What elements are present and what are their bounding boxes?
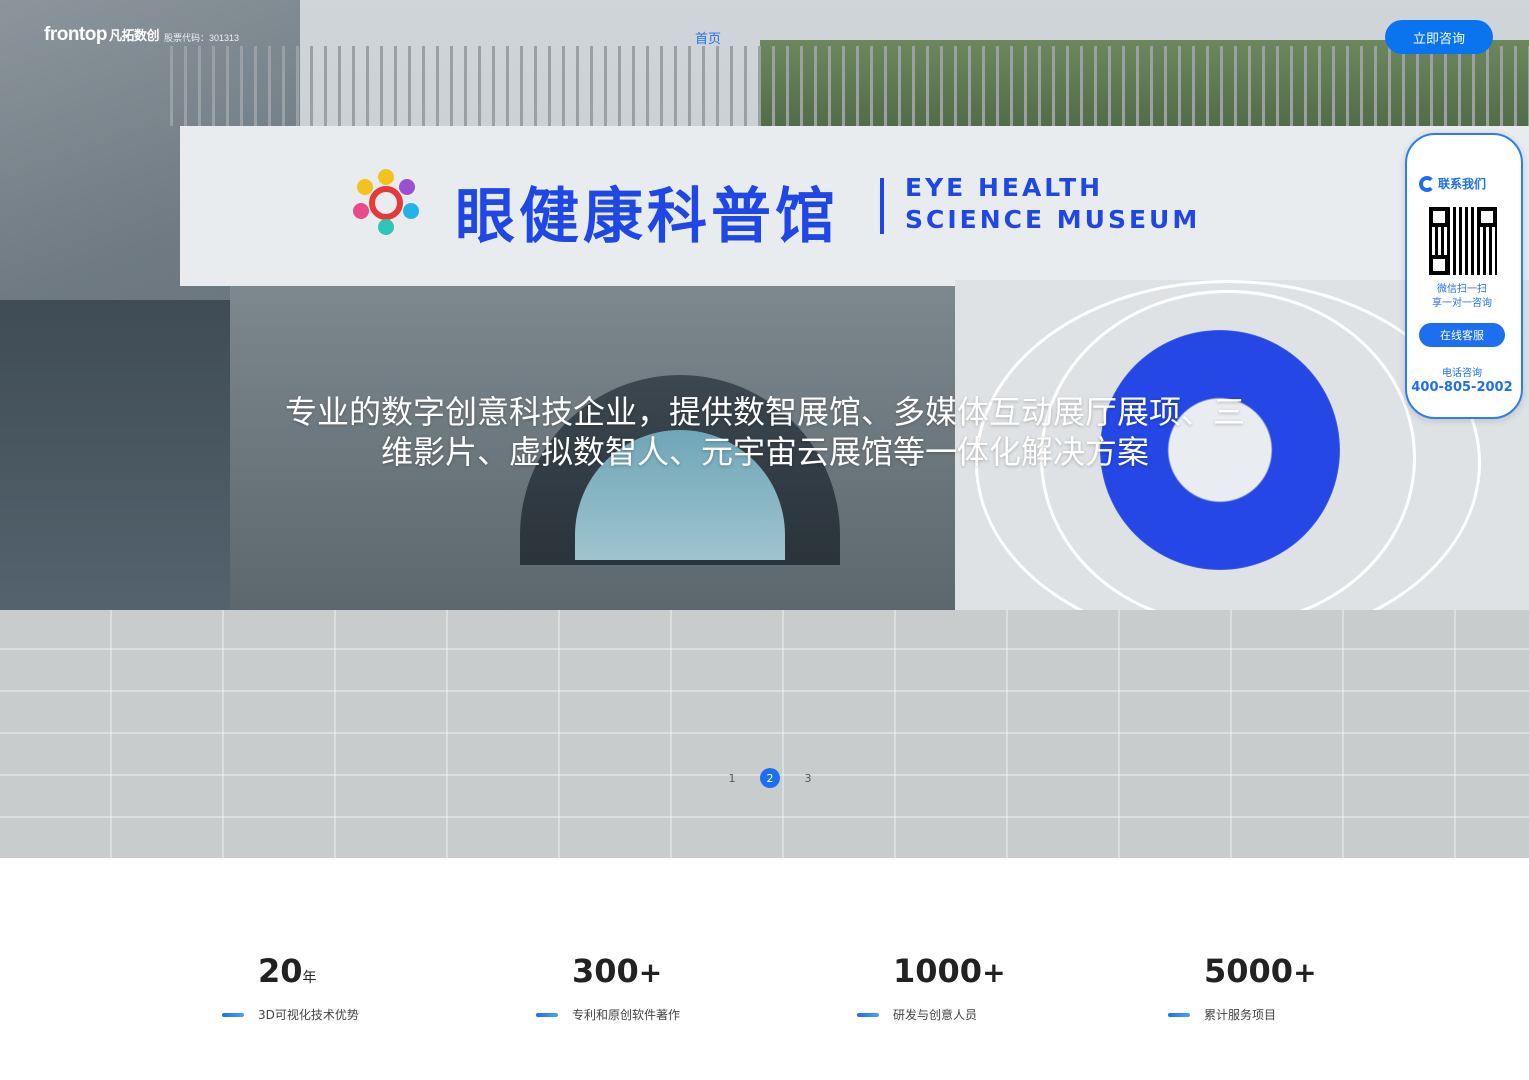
accent-bar: [222, 1012, 244, 1017]
sign-chinese: 眼健康科普馆: [455, 182, 839, 252]
stat-label: 累计服务项目: [1168, 1006, 1276, 1023]
stock-code: 股票代码：301313: [164, 33, 240, 43]
stat-value: 1000: [893, 952, 983, 990]
stat-label-text: 累计服务项目: [1204, 1008, 1277, 1022]
phone-number[interactable]: 400-805-2002: [1407, 380, 1517, 395]
stat-number: 300+: [572, 950, 662, 994]
sign-divider: [880, 178, 884, 234]
stat-projects: 5000+ 累计服务项目: [1168, 950, 1317, 1022]
logo-text: frontop: [44, 24, 107, 45]
stat-patents: 300+ 专利和原创软件著作: [536, 950, 680, 1022]
accent-bar: [857, 1012, 879, 1017]
stat-label: 研发与创意人员: [857, 1006, 977, 1023]
brand-logo[interactable]: frontop 凡拓数创: [44, 24, 160, 46]
sign-english-line2: SCIENCE MUSEUM: [905, 205, 1201, 234]
stat-value: 5000: [1204, 952, 1294, 990]
scan-line-2: 享一对一咨询: [1432, 298, 1492, 309]
online-service-button[interactable]: 在线客服: [1419, 323, 1505, 347]
hero-headline: 专业的数字创意科技企业，提供数智展馆、多媒体互动展厅展项、三维影片、虚拟数智人、…: [284, 393, 1245, 471]
nav-home-link[interactable]: 首页: [695, 28, 721, 47]
stat-value: 20: [258, 952, 303, 990]
stat-number: 5000+: [1204, 950, 1317, 994]
stat-label: 3D可视化技术优势: [222, 1006, 359, 1023]
carousel-dot-1[interactable]: 1: [722, 772, 742, 785]
carousel-dot-3[interactable]: 3: [798, 772, 818, 785]
stat-staff: 1000+ 研发与创意人员: [857, 950, 1006, 1022]
accent-bar: [1168, 1012, 1190, 1017]
sign-english: EYE HEALTH SCIENCE MUSEUM: [905, 172, 1200, 236]
accent-bar: [536, 1012, 558, 1017]
stat-value: 300: [572, 952, 639, 990]
carousel-dot-2[interactable]: 2: [760, 768, 780, 788]
sign-english-line1: EYE HEALTH: [905, 173, 1104, 202]
carousel-pagination: 1 2 3: [722, 768, 818, 788]
stat-number: 20年: [258, 950, 317, 999]
phone-label: 电话咨询: [1442, 368, 1482, 379]
scan-instructions: 微信扫一扫 享一对一咨询: [1407, 283, 1517, 311]
scan-line-1: 微信扫一扫: [1437, 284, 1487, 295]
top-nav: frontop 凡拓数创 股票代码：301313 首页 立即咨询: [0, 0, 1529, 72]
contact-panel: 联系我们 微信扫一扫 享一对一咨询 在线客服 电话咨询 400-805-2002: [1405, 133, 1523, 419]
stat-years: 20年 3D可视化技术优势: [222, 950, 359, 1022]
museum-logo-icon: [353, 169, 419, 235]
stat-number: 1000+: [893, 950, 1006, 994]
stat-unit: +: [1293, 956, 1317, 989]
contact-c-icon: [1419, 175, 1435, 192]
stat-label-text: 3D可视化技术优势: [258, 1008, 359, 1022]
logo-chinese: 凡拓数创: [108, 28, 160, 43]
stat-unit: +: [982, 956, 1006, 989]
contact-title-text: 联系我们: [1438, 177, 1487, 191]
stat-label-text: 专利和原创软件著作: [572, 1008, 681, 1022]
stat-unit: +: [638, 956, 663, 989]
stat-label: 专利和原创软件著作: [536, 1006, 680, 1023]
hero-banner: 眼健康科普馆 EYE HEALTH SCIENCE MUSEUM 专业的数字创意…: [0, 0, 1529, 858]
glass-wall: [0, 300, 230, 640]
stat-unit: 年: [302, 970, 317, 986]
qr-code-icon: [1429, 207, 1497, 275]
contact-title: 联系我们: [1419, 175, 1486, 192]
stat-label-text: 研发与创意人员: [893, 1008, 978, 1022]
consult-button[interactable]: 立即咨询: [1385, 20, 1493, 54]
plaza-floor: [0, 610, 1529, 858]
